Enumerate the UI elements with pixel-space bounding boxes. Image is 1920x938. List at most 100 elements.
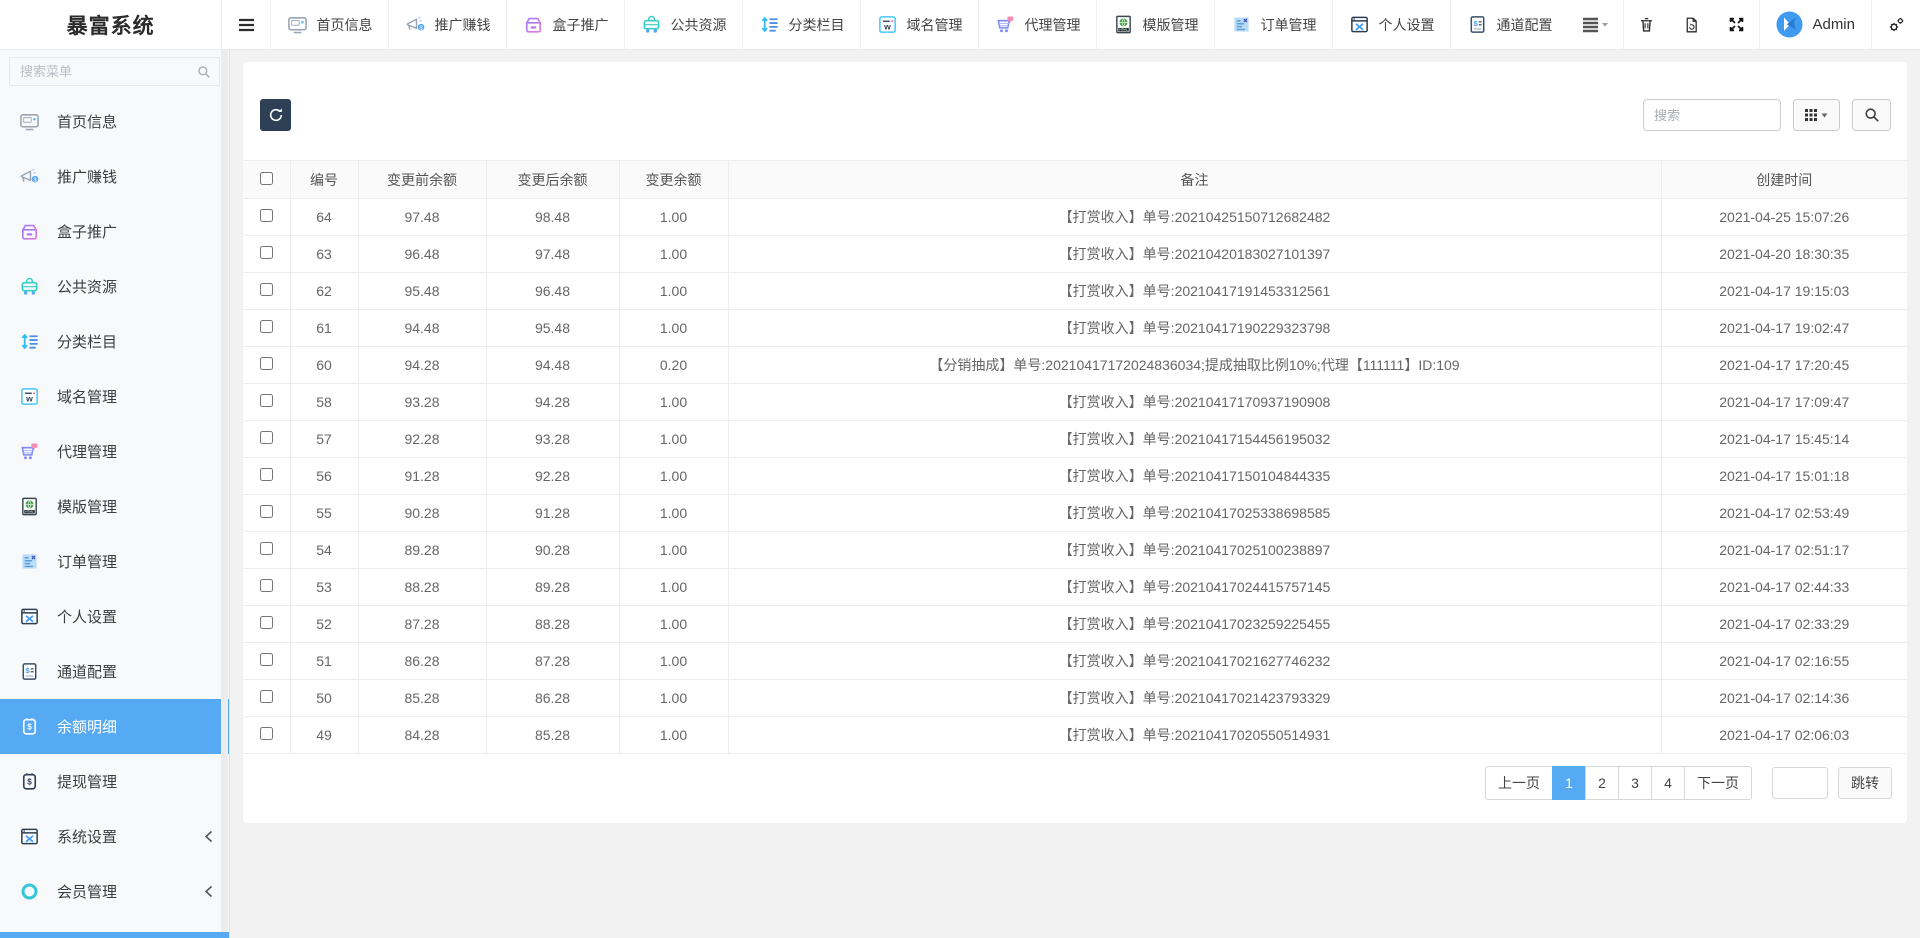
row-checkbox[interactable] (260, 505, 273, 518)
row-checkbox[interactable] (260, 468, 273, 481)
row-checkbox[interactable] (260, 209, 273, 222)
table-search-input[interactable] (1643, 99, 1781, 131)
topnav-item-home-info[interactable]: 首页信息 (270, 0, 388, 49)
page-button-3[interactable]: 3 (1618, 766, 1652, 800)
topnav-item-label: 个人设置 (1378, 15, 1434, 35)
withdraw-manage-icon: $ (19, 771, 40, 792)
cell-before: 90.28 (358, 495, 486, 532)
cell-change: 1.00 (619, 236, 728, 273)
sidebar-item-member-manage[interactable]: 会员管理 (0, 864, 229, 919)
cell-change: 1.00 (619, 384, 728, 421)
row-checkbox[interactable] (260, 357, 273, 370)
sidebar-item-balance-detail[interactable]: $余额明细 (0, 699, 229, 754)
topnav-item-label: 推广赚钱 (434, 15, 490, 35)
column-header: 备注 (728, 161, 1661, 199)
svg-text:HTML: HTML (1120, 28, 1129, 32)
row-checkbox[interactable] (260, 246, 273, 259)
topnav-item-order-manage[interactable]: 订单管理 (1214, 0, 1332, 49)
cell-before: 86.28 (358, 643, 486, 680)
row-select-cell (243, 347, 290, 384)
refresh-button[interactable] (260, 99, 291, 131)
topnav-item-box-promote[interactable]: 盒子推广 (506, 0, 624, 49)
row-checkbox[interactable] (260, 394, 273, 407)
agent-manage-icon (995, 14, 1016, 35)
home-info-icon (287, 14, 308, 35)
sidebar-item-template-manage[interactable]: HTML模版管理 (0, 479, 229, 534)
page-button-1[interactable]: 1 (1552, 766, 1586, 800)
settings-button[interactable] (1872, 0, 1920, 49)
row-checkbox[interactable] (260, 727, 273, 740)
sidebar-item-box-promote[interactable]: 盒子推广 (0, 204, 229, 259)
cell-id: 61 (290, 310, 358, 347)
sidebar-item-promote-earn[interactable]: $推广赚钱 (0, 149, 229, 204)
sidebar-search-input[interactable] (10, 58, 219, 85)
trash-icon (1638, 16, 1655, 34)
gear-icon (1886, 15, 1906, 35)
layout-list-dropdown-button[interactable] (1568, 0, 1623, 49)
sidebar-item-label: 提现管理 (57, 771, 117, 792)
page-jump-input[interactable] (1772, 767, 1828, 799)
fullscreen-button[interactable] (1714, 0, 1759, 49)
sidebar-scrollbar[interactable] (221, 50, 228, 938)
sidebar-item-category-column[interactable]: 分类栏目 (0, 314, 229, 369)
row-checkbox[interactable] (260, 579, 273, 592)
topnav-item-channel-config[interactable]: $通道配置 (1450, 0, 1568, 49)
row-checkbox[interactable] (260, 431, 273, 444)
sidebar-item-domain-manage[interactable]: w域名管理 (0, 369, 229, 424)
topnav-item-domain-manage[interactable]: w域名管理 (860, 0, 978, 49)
sidebar-item-public-resource[interactable]: 公共资源 (0, 259, 229, 314)
sidebar-item-withdraw-manage[interactable]: $ 提现管理 (0, 754, 229, 809)
cell-change: 1.00 (619, 532, 728, 569)
sidebar-item-personal-settings[interactable]: 个人设置 (0, 589, 229, 644)
clear-cache-button[interactable] (1669, 0, 1714, 49)
cell-remark: 【打赏收入】单号:20210417021627746232 (728, 643, 1661, 680)
topnav-item-label: 公共资源 (670, 15, 726, 35)
next-page-button[interactable]: 下一页 (1684, 766, 1752, 800)
row-select-cell (243, 569, 290, 606)
clear-trash-button[interactable] (1624, 0, 1669, 49)
page-button-4[interactable]: 4 (1651, 766, 1685, 800)
topnav-item-promote-earn[interactable]: $推广赚钱 (388, 0, 506, 49)
topnav-item-category-column[interactable]: 分类栏目 (742, 0, 860, 49)
svg-text:$: $ (25, 666, 30, 675)
cell-before: 97.48 (358, 199, 486, 236)
row-checkbox[interactable] (260, 542, 273, 555)
topnav-item-public-resource[interactable]: 公共资源 (624, 0, 742, 49)
row-checkbox[interactable] (260, 653, 273, 666)
sidebar-item-system-settings[interactable]: 系统设置 (0, 809, 229, 864)
search-button[interactable] (1852, 99, 1891, 131)
row-checkbox[interactable] (260, 283, 273, 296)
row-select-cell (243, 680, 290, 717)
box-promote-icon (19, 221, 40, 242)
top-nav: 首页信息$推广赚钱盒子推广 公共资源分类栏目w域名管理代理管理HTML模版管理订单… (270, 0, 1568, 49)
row-select-cell (243, 199, 290, 236)
page-group: 上一页1234下一页 (1485, 766, 1752, 800)
public-resource-icon (641, 14, 662, 35)
cell-change: 1.00 (619, 495, 728, 532)
sidebar-item-home-info[interactable]: 首页信息 (0, 94, 229, 149)
hamburger-icon (238, 18, 255, 32)
cell-created: 2021-04-17 02:14:36 (1661, 680, 1907, 717)
cell-after: 96.48 (486, 273, 619, 310)
admin-menu[interactable]: Admin (1760, 0, 1871, 49)
select-all-checkbox[interactable] (260, 172, 273, 185)
topnav-item-template-manage[interactable]: HTML模版管理 (1096, 0, 1214, 49)
sidebar-item-order-manage[interactable]: 订单管理 (0, 534, 229, 589)
svg-text:$: $ (27, 723, 32, 732)
topnav-item-agent-manage[interactable]: 代理管理 (978, 0, 1096, 49)
row-checkbox[interactable] (260, 320, 273, 333)
columns-dropdown-button[interactable] (1793, 99, 1840, 131)
topnav-item-personal-settings[interactable]: 个人设置 (1332, 0, 1450, 49)
sidebar-item-agent-manage[interactable]: 代理管理 (0, 424, 229, 479)
page-jump-button[interactable]: 跳转 (1838, 767, 1892, 799)
sidebar-item-channel-config[interactable]: $通道配置 (0, 644, 229, 699)
collapse-menu-button[interactable] (222, 0, 270, 49)
row-checkbox[interactable] (260, 690, 273, 703)
sidebar-item-label: 代理管理 (57, 441, 117, 462)
prev-page-button[interactable]: 上一页 (1485, 766, 1553, 800)
template-manage-icon: HTML (1113, 14, 1134, 35)
cell-id: 62 (290, 273, 358, 310)
cell-before: 95.48 (358, 273, 486, 310)
row-checkbox[interactable] (260, 616, 273, 629)
page-button-2[interactable]: 2 (1585, 766, 1619, 800)
